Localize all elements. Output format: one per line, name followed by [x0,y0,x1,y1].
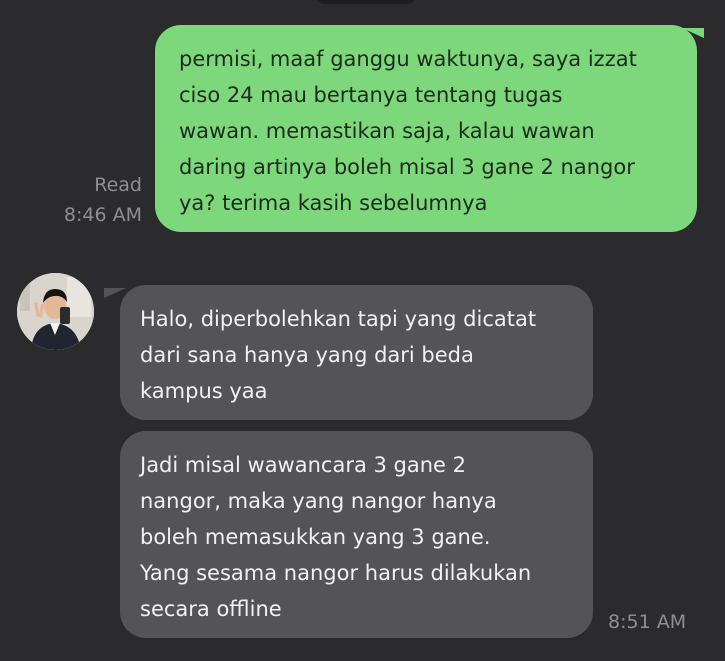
message-line: Jadi misal wawancara 3 gane 2 [140,453,467,477]
incoming-timestamp: 8:51 AM [608,611,687,633]
contact-avatar[interactable] [17,273,94,350]
chat-window: Read 8:46 AM permisi, maaf ganggu waktun… [0,0,725,661]
incoming-message-bubble[interactable]: Jadi misal wawancara 3 gane 2 nangor, ma… [120,431,593,638]
message-line: Halo, diperbolehkan tapi yang dicatat [140,307,537,331]
read-receipt: Read [94,174,142,196]
outgoing-message-bubble[interactable]: permisi, maaf ganggu waktunya, saya izza… [155,25,697,232]
incoming-bubble-tail [104,288,126,298]
message-line: Yang sesama nangor harus dilakukan [140,561,532,585]
message-line: daring artinya boleh misal 3 gane 2 nang… [179,155,635,179]
message-line: ciso 24 mau bertanya tentang tugas [179,83,563,107]
scroll-indicator [316,0,416,4]
profile-photo-icon [17,273,94,350]
message-line: secara offline [140,597,282,621]
outgoing-timestamp: 8:46 AM [63,204,142,226]
message-line: permisi, maaf ganggu waktunya, saya izza… [179,47,637,71]
message-line: ya? terima kasih sebelumnya [179,191,488,215]
message-line: wawan. memastikan saja, kalau wawan [179,119,595,143]
incoming-message-bubble[interactable]: Halo, diperbolehkan tapi yang dicatat da… [120,285,593,420]
message-line: kampus yaa [140,379,268,403]
message-line: dari sana hanya yang dari beda [140,343,474,367]
message-line: boleh memasukkan yang 3 gane. [140,525,491,549]
message-line: nangor, maka yang nangor hanya [140,489,497,513]
